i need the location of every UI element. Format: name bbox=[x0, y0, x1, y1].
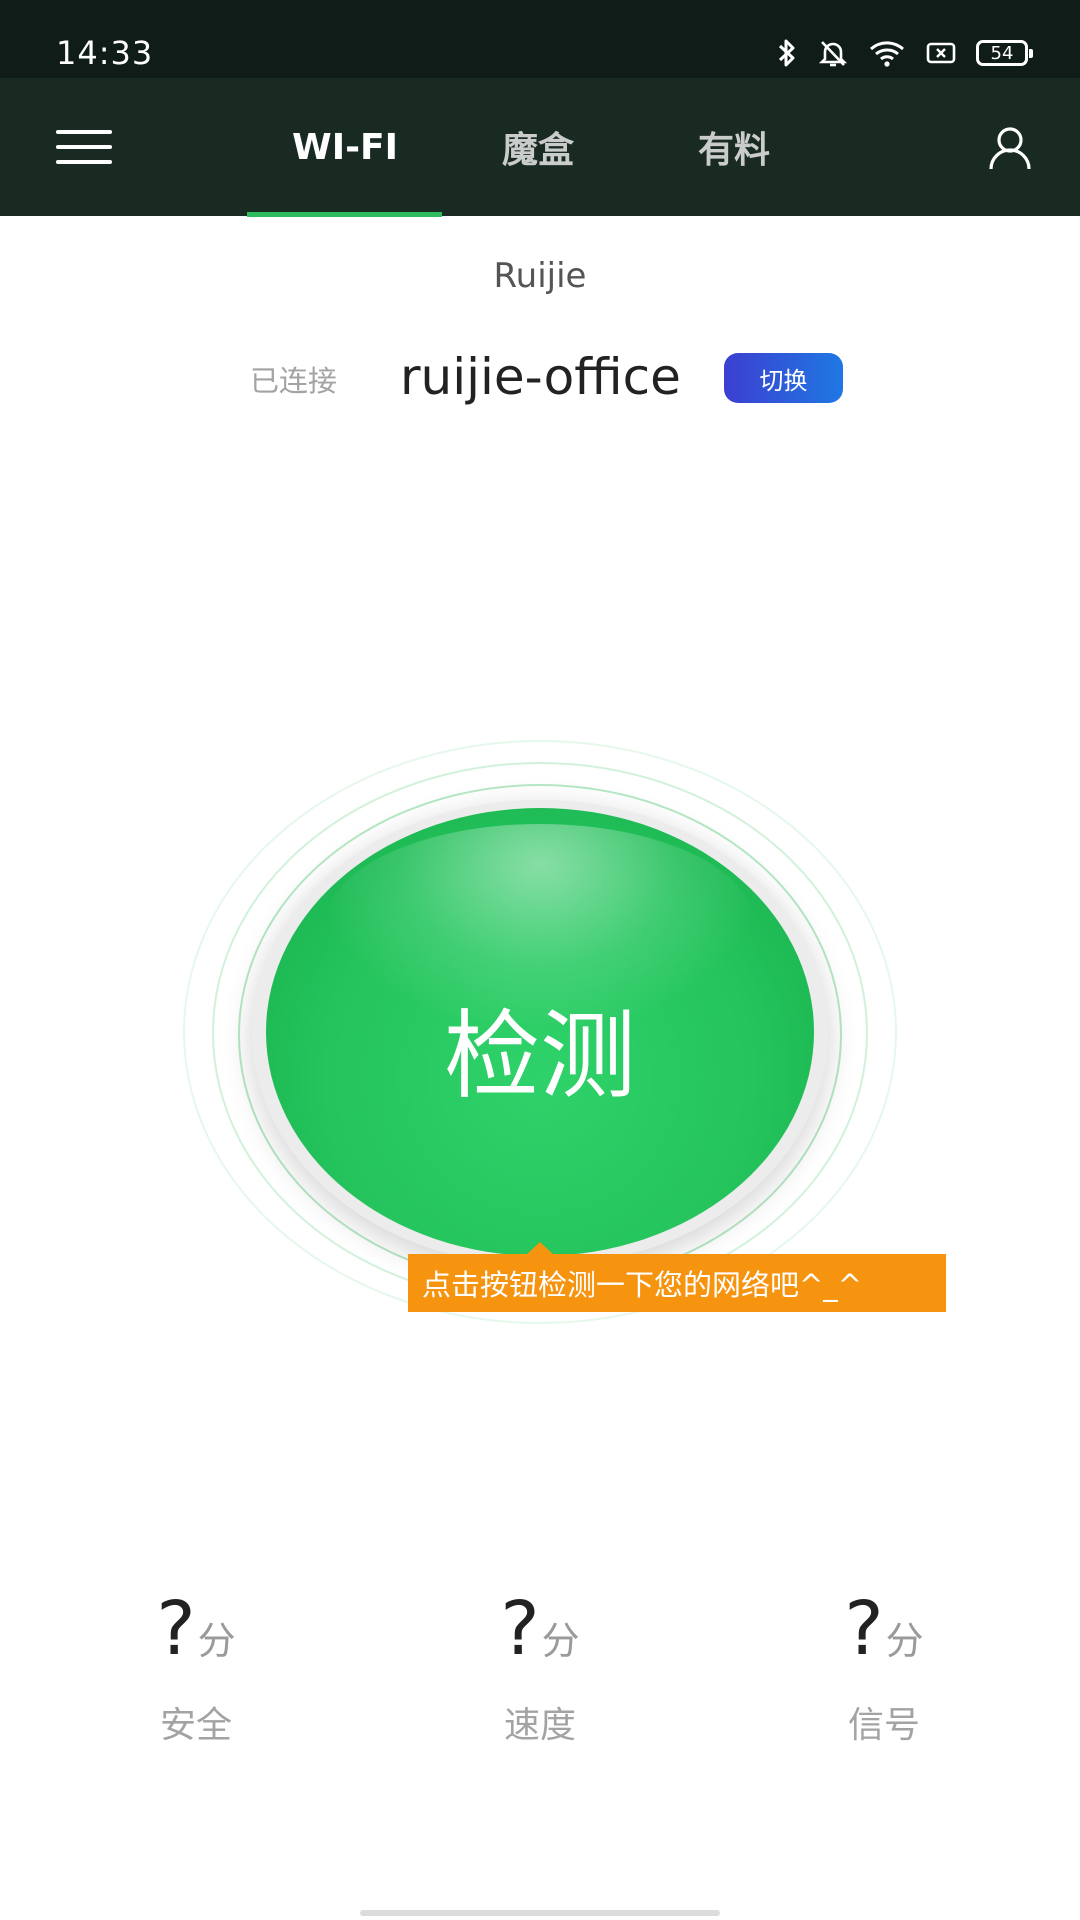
user-icon bbox=[989, 127, 1031, 170]
score-speed: ?分 速度 bbox=[440, 1592, 640, 1746]
detect-button[interactable]: 检测 bbox=[266, 808, 814, 1256]
score-signal: ?分 信号 bbox=[784, 1592, 984, 1746]
score-value: ? bbox=[500, 1586, 540, 1672]
tab-label: 魔盒 bbox=[501, 130, 574, 171]
switch-label: 切换 bbox=[759, 366, 808, 395]
detect-label: 检测 bbox=[444, 1000, 636, 1112]
tab-label: WI-FI bbox=[291, 126, 399, 168]
score-value: ? bbox=[156, 1586, 196, 1672]
detect-hint-text: 点击按钮检测一下您的网络吧^_^ bbox=[422, 1268, 863, 1302]
bluetooth-icon bbox=[776, 38, 798, 68]
score-label: 安全 bbox=[159, 1705, 232, 1746]
score-unit: 分 bbox=[197, 1619, 236, 1663]
score-security: ?分 安全 bbox=[96, 1592, 296, 1746]
battery-icon: 54 bbox=[976, 40, 1033, 66]
score-value: ? bbox=[844, 1586, 884, 1672]
menu-button[interactable] bbox=[56, 130, 112, 164]
switch-network-button[interactable]: 切换 bbox=[724, 353, 843, 403]
status-bar: 14:33 54 bbox=[0, 0, 1080, 78]
profile-button[interactable] bbox=[986, 124, 1034, 172]
status-time: 14:33 bbox=[56, 34, 154, 72]
score-unit: 分 bbox=[541, 1619, 580, 1663]
sim-icon bbox=[926, 40, 956, 66]
tab-youliao[interactable]: 有料 bbox=[636, 78, 832, 216]
router-brand: Ruijie bbox=[493, 256, 587, 296]
tab-wifi[interactable]: WI-FI bbox=[247, 78, 443, 216]
hamburger-icon bbox=[56, 130, 112, 134]
battery-level: 54 bbox=[990, 42, 1014, 64]
mute-bell-icon bbox=[818, 38, 848, 68]
score-unit: 分 bbox=[885, 1619, 924, 1663]
wifi-ssid: ruijie-office bbox=[400, 348, 681, 406]
score-label: 信号 bbox=[847, 1705, 920, 1746]
status-icons: 54 bbox=[776, 36, 1033, 70]
active-tab-indicator bbox=[247, 212, 442, 217]
score-label: 速度 bbox=[503, 1705, 576, 1746]
tab-mohe[interactable]: 魔盒 bbox=[440, 78, 636, 216]
tab-label: 有料 bbox=[697, 130, 770, 171]
connected-label: 已连接 bbox=[250, 364, 338, 398]
top-nav: WI-FI 魔盒 有料 bbox=[0, 78, 1080, 217]
detect-hint-tooltip: 点击按钮检测一下您的网络吧^_^ bbox=[408, 1254, 946, 1312]
wifi-icon bbox=[868, 38, 906, 68]
home-indicator[interactable] bbox=[360, 1910, 720, 1916]
